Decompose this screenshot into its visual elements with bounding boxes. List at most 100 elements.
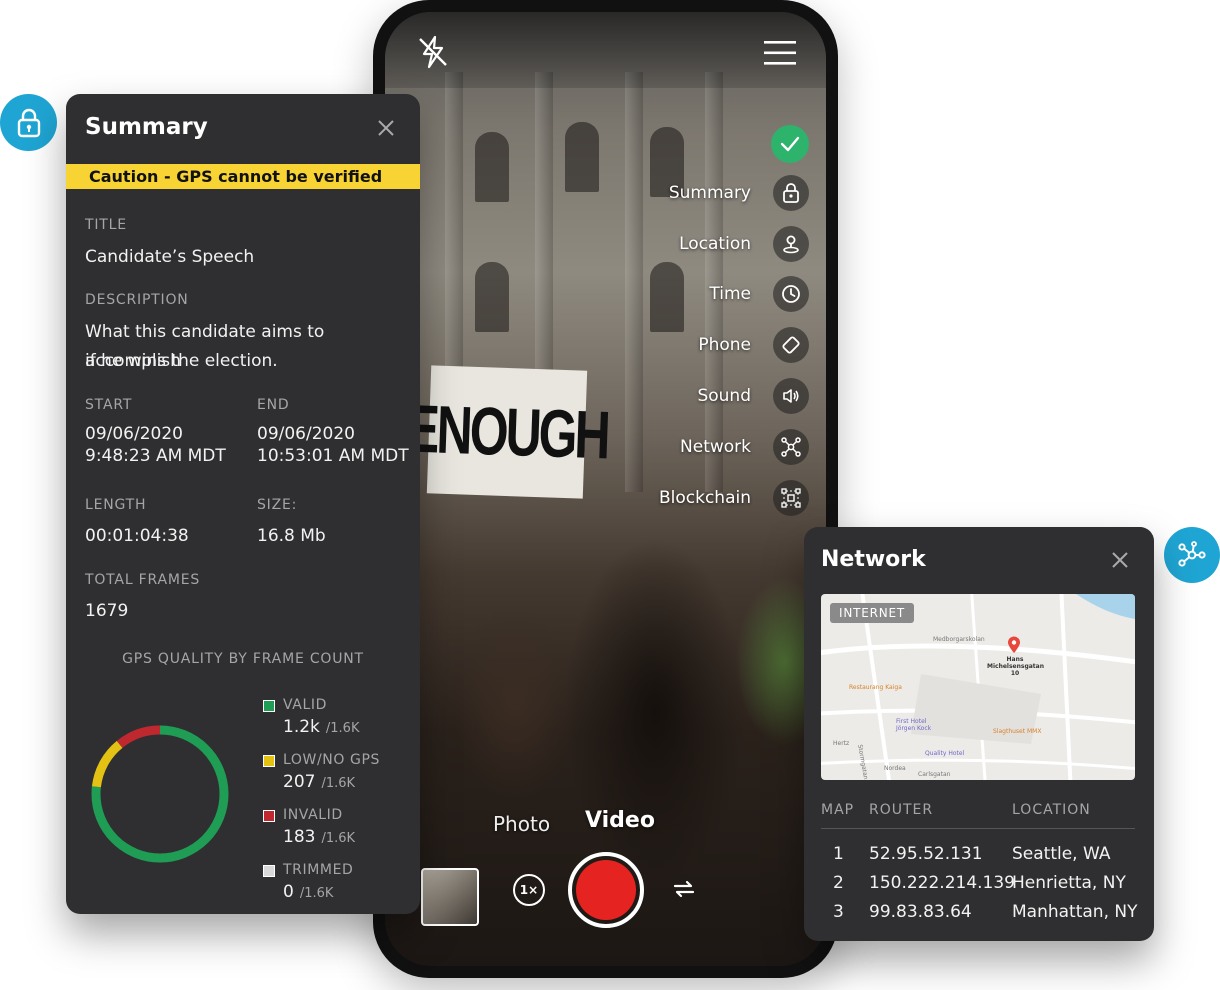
map-label: Restaurang Kaiga xyxy=(849,684,902,691)
legend-count-value: 207 xyxy=(283,772,316,792)
map-label: Slagthuset MMX xyxy=(993,728,1042,735)
building-window xyxy=(650,262,684,332)
location-pin-icon xyxy=(773,226,809,262)
close-icon[interactable] xyxy=(377,119,395,137)
legend-name: INVALID xyxy=(283,807,343,823)
menu-item-label: Phone xyxy=(698,335,751,355)
row-location: Seattle, WA xyxy=(1012,844,1111,864)
legend-total: /1.6K xyxy=(321,831,356,846)
phone-rotate-icon xyxy=(773,327,809,363)
camera-top-bar xyxy=(385,12,826,88)
column-header-map: MAP xyxy=(821,802,855,818)
total-frames-label: TOTAL FRAMES xyxy=(85,572,201,588)
panel-title: Network xyxy=(821,547,926,572)
legend-name: LOW/NO GPS xyxy=(283,752,380,768)
menu-item-time[interactable]: Time xyxy=(709,276,809,312)
size-value: 16.8 Mb xyxy=(257,526,326,546)
summary-panel: Summary Caution - GPS cannot be verified… xyxy=(66,94,420,914)
menu-item-label: Time xyxy=(709,284,751,304)
legend-count: 183/1.6K xyxy=(283,827,355,847)
row-router-ip: 99.83.83.64 xyxy=(869,902,972,922)
title-label: TITLE xyxy=(85,217,127,233)
network-map[interactable]: INTERNET Medborgarskolan Hans Michelsens… xyxy=(821,594,1135,780)
menu-item-summary[interactable]: Summary xyxy=(669,175,809,211)
legend-total: /1.6K xyxy=(299,886,334,901)
legend-count: 1.2k/1.6K xyxy=(283,717,359,737)
camera-viewfinder[interactable]: ENOUGH Summary Location Time Phone Sound… xyxy=(385,12,826,966)
legend-swatch xyxy=(263,700,275,712)
map-label: Hans Michelsensgatan 10 xyxy=(987,656,1044,677)
mode-video-tab[interactable]: Video xyxy=(585,808,655,833)
end-label: END xyxy=(257,397,290,413)
blockchain-icon xyxy=(773,480,809,516)
menu-item-label: Sound xyxy=(697,386,751,406)
legend-count-value: 183 xyxy=(283,827,316,847)
gps-caution-banner: Caution - GPS cannot be verified xyxy=(66,164,420,189)
legend-name: VALID xyxy=(283,697,327,713)
legend-swatch xyxy=(263,755,275,767)
gallery-thumbnail[interactable] xyxy=(421,868,479,926)
end-time: 10:53:01 AM MDT xyxy=(257,446,409,466)
zoom-button[interactable]: 1× xyxy=(513,874,545,906)
phone-frame: ENOUGH Summary Location Time Phone Sound… xyxy=(373,0,838,978)
record-button[interactable] xyxy=(568,852,644,928)
network-icon xyxy=(1178,541,1206,567)
length-label: LENGTH xyxy=(85,497,147,513)
legend-name: TRIMMED xyxy=(283,862,354,878)
gps-quality-heading: GPS QUALITY BY FRAME COUNT xyxy=(122,651,364,667)
close-icon[interactable] xyxy=(1111,551,1129,569)
map-label: Carlsgatan xyxy=(918,771,951,778)
row-router-ip: 150.222.214.139 xyxy=(869,873,1016,893)
column-header-router: ROUTER xyxy=(869,802,934,818)
lock-icon xyxy=(17,108,40,137)
menu-item-location[interactable]: Location xyxy=(679,226,809,262)
gps-quality-donut-chart xyxy=(91,725,229,863)
menu-item-label: Network xyxy=(680,437,751,457)
summary-lock-badge xyxy=(0,94,57,151)
menu-item-blockchain[interactable]: Blockchain xyxy=(659,480,809,516)
legend-total: /1.6K xyxy=(325,721,360,736)
column-header-location: LOCATION xyxy=(1012,802,1091,818)
map-label: Hertz xyxy=(833,740,850,747)
clock-icon xyxy=(773,276,809,312)
size-label: SIZE: xyxy=(257,497,298,513)
map-label: First Hotel Jörgen Kock xyxy=(896,718,932,732)
flash-off-icon[interactable] xyxy=(415,34,451,70)
legend-swatch xyxy=(263,865,275,877)
hamburger-menu-icon[interactable] xyxy=(763,40,797,66)
row-map-index: 2 xyxy=(833,873,844,893)
map-label: Medborgarskolan xyxy=(933,636,985,643)
menu-item-sound[interactable]: Sound xyxy=(697,378,809,414)
speaker-icon xyxy=(773,378,809,414)
lock-icon xyxy=(773,175,809,211)
total-frames-value: 1679 xyxy=(85,601,129,621)
legend-count: 0/1.6K xyxy=(283,882,333,902)
menu-item-network[interactable]: Network xyxy=(680,429,809,465)
map-label: Nordea xyxy=(884,765,906,772)
legend-count: 207/1.6K xyxy=(283,772,355,792)
verified-check-icon[interactable] xyxy=(771,125,809,163)
map-pin-icon xyxy=(1008,636,1020,653)
mode-photo-tab[interactable]: Photo xyxy=(493,812,550,836)
length-value: 00:01:04:38 xyxy=(85,526,189,546)
row-map-index: 1 xyxy=(833,844,844,864)
end-date: 09/06/2020 xyxy=(257,424,355,444)
switch-camera-icon[interactable] xyxy=(671,876,697,902)
menu-item-label: Summary xyxy=(668,183,751,203)
row-map-index: 3 xyxy=(833,902,844,922)
legend-count-value: 1.2k xyxy=(283,717,320,737)
row-location: Henrietta, NY xyxy=(1012,873,1126,893)
network-panel: Network INTERNET Medborgarskolan Hans Mi… xyxy=(804,527,1154,941)
menu-item-label: Blockchain xyxy=(658,488,751,508)
building-column xyxy=(625,72,643,492)
start-date: 09/06/2020 xyxy=(85,424,183,444)
legend-count-value: 0 xyxy=(283,882,294,902)
row-router-ip: 52.95.52.131 xyxy=(869,844,983,864)
record-dot xyxy=(576,860,636,920)
start-label: START xyxy=(85,397,133,413)
legend-swatch xyxy=(263,810,275,822)
description-label: DESCRIPTION xyxy=(85,292,189,308)
menu-item-phone[interactable]: Phone xyxy=(698,327,809,363)
row-location: Manhattan, NY xyxy=(1012,902,1138,922)
menu-item-label: Location xyxy=(679,234,751,254)
